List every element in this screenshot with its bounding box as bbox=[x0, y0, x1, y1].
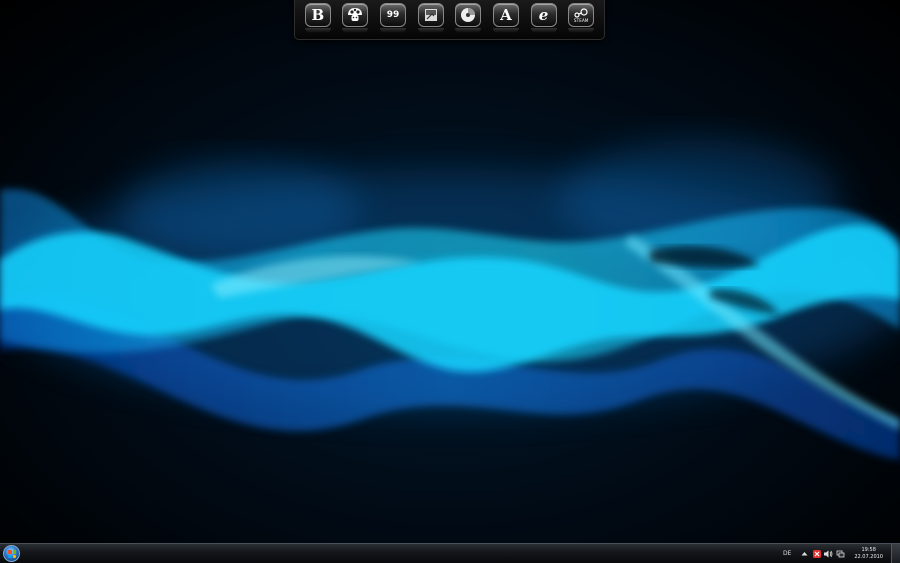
disc-icon bbox=[455, 3, 482, 28]
clock-time: 19:58 bbox=[861, 546, 876, 553]
dock-item-steam[interactable]: STEAM bbox=[567, 3, 595, 33]
dock-item-bookmark[interactable]: B bbox=[304, 3, 332, 33]
start-button[interactable] bbox=[3, 545, 20, 562]
document-icon bbox=[417, 3, 444, 28]
show-desktop-button[interactable] bbox=[891, 544, 900, 563]
mushroom-icon bbox=[342, 3, 369, 28]
font-icon: A bbox=[492, 3, 519, 28]
clock-date: 22.07.2010 bbox=[854, 553, 883, 560]
action-center-alert-icon[interactable] bbox=[812, 549, 821, 558]
dock-item-font[interactable]: A bbox=[492, 3, 520, 33]
internet-explorer-icon: e bbox=[530, 3, 557, 28]
desktop[interactable]: B 99 A e STEAM bbox=[0, 0, 900, 543]
app-dock: B 99 A e STEAM bbox=[294, 0, 605, 40]
show-hidden-icons-icon[interactable] bbox=[800, 549, 809, 558]
language-indicator[interactable]: DE bbox=[783, 550, 791, 557]
windows-logo-icon bbox=[8, 550, 16, 558]
dock-item-disc[interactable] bbox=[454, 3, 482, 33]
counter-icon: 99 bbox=[380, 3, 407, 28]
dock-item-counter[interactable]: 99 bbox=[379, 3, 407, 33]
clock[interactable]: 19:58 22.07.2010 bbox=[854, 547, 883, 561]
system-tray: DE 19:58 22.07.2010 bbox=[783, 544, 900, 563]
bookmark-icon: B bbox=[304, 3, 331, 28]
volume-icon[interactable] bbox=[824, 549, 833, 558]
dock-item-document[interactable] bbox=[417, 3, 445, 33]
dock-item-mushroom[interactable] bbox=[341, 3, 369, 33]
taskbar: DE 19:58 22.07.2010 bbox=[0, 543, 900, 563]
steam-icon: STEAM bbox=[568, 3, 595, 28]
wallpaper-waves bbox=[0, 140, 900, 460]
network-icon[interactable] bbox=[836, 549, 845, 558]
dock-item-internet-explorer[interactable]: e bbox=[530, 3, 558, 33]
